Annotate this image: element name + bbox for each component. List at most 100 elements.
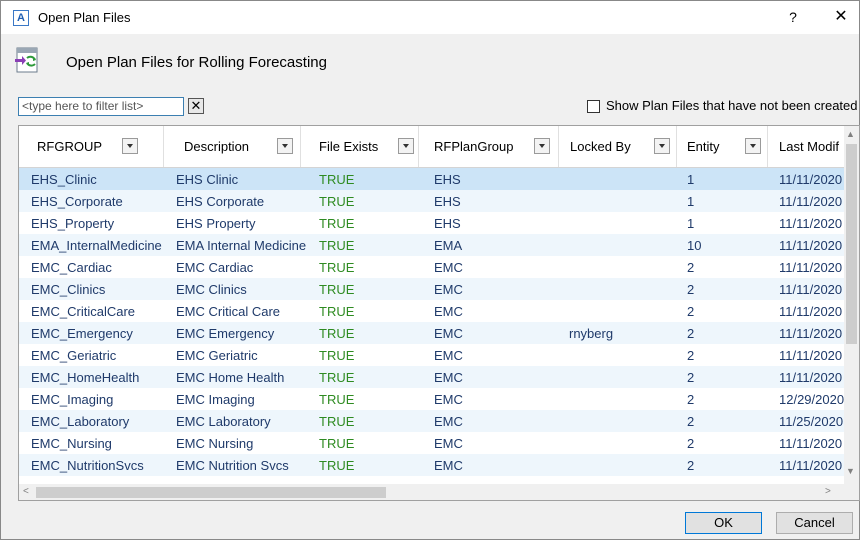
table-row[interactable]: EMC_Geriatric EMC Geriatric TRUE EMC 2 11/11/… xyxy=(19,344,844,366)
rfgroup-cell: EMC_HomeHealth xyxy=(31,370,140,385)
rfplangroup-cell: EMC xyxy=(434,282,463,297)
vertical-scroll-thumb[interactable] xyxy=(846,144,857,344)
table-row[interactable]: EMC_Laboratory EMC Laboratory TRUE EMC 2 11/2… xyxy=(19,410,844,432)
filter-dropdown-icon[interactable] xyxy=(277,138,293,154)
description-cell: EMA Internal Medicine xyxy=(176,238,307,253)
description-cell: EMC Imaging xyxy=(176,392,255,407)
entity-cell: 2 xyxy=(687,370,695,385)
table-row[interactable]: EMC_Emergency EMC Emergency TRUE EMC rnyberg… xyxy=(19,322,844,344)
column-header-rfplangroup[interactable]: RFPlanGroup xyxy=(419,126,559,167)
rfgroup-cell: EMA_InternalMedicine xyxy=(31,238,162,253)
scroll-down-icon[interactable]: ▼ xyxy=(846,466,855,476)
last-modified-cell: 11/11/2020 xyxy=(779,216,843,231)
table-row[interactable]: EMC_HomeHealth EMC Home Health TRUE EMC 2 11/… xyxy=(19,366,844,388)
rfgroup-cell: EHS_Clinic xyxy=(31,172,97,187)
entity-cell: 2 xyxy=(687,326,695,341)
file-exists-cell: TRUE xyxy=(319,436,355,451)
close-button[interactable]: ✕ xyxy=(829,5,853,29)
grid-header: RFGROUP Description File Exists RFPlanGr… xyxy=(19,126,844,168)
filter-dropdown-icon[interactable] xyxy=(534,138,550,154)
last-modified-cell: 11/11/2020 xyxy=(779,238,843,253)
scroll-left-icon[interactable]: < xyxy=(23,486,29,497)
rfplangroup-cell: EMA xyxy=(434,238,463,253)
rfgroup-cell: EMC_Emergency xyxy=(31,326,133,341)
entity-cell: 2 xyxy=(687,414,695,429)
entity-cell: 1 xyxy=(687,216,695,231)
file-exists-cell: TRUE xyxy=(319,172,355,187)
cancel-button[interactable]: Cancel xyxy=(776,512,853,534)
title-bar: A Open Plan Files ? ✕ xyxy=(1,1,859,34)
file-exists-cell: TRUE xyxy=(319,392,355,407)
file-exists-cell: TRUE xyxy=(319,348,355,363)
table-row[interactable]: EMC_CriticalCare EMC Critical Care TRUE EMC… xyxy=(19,300,844,322)
horizontal-scroll-thumb[interactable] xyxy=(36,487,386,498)
table-row[interactable]: EMC_NutritionSvcs EMC Nutrition Svcs TRUE E… xyxy=(19,454,844,476)
filter-dropdown-icon[interactable] xyxy=(745,138,761,154)
table-row[interactable]: EMC_Clinics EMC Clinics TRUE EMC 2 11/11/2020 xyxy=(19,278,844,300)
column-header-entity[interactable]: Entity xyxy=(677,126,768,167)
rfgroup-cell: EMC_Imaging xyxy=(31,392,114,407)
filter-dropdown-icon[interactable] xyxy=(654,138,670,154)
last-modified-cell: 11/11/2020 xyxy=(779,194,843,209)
entity-cell: 2 xyxy=(687,260,695,275)
table-row[interactable]: EMC_Imaging EMC Imaging TRUE EMC 2 12/29/2020 xyxy=(19,388,844,410)
rfgroup-cell: EMC_Laboratory xyxy=(31,414,130,429)
scroll-right-icon[interactable]: > xyxy=(825,486,831,497)
table-row[interactable]: EHS_Corporate EHS Corporate TRUE EHS 1 11/11/… xyxy=(19,190,844,212)
vertical-scrollbar[interactable]: ▲ ▼ xyxy=(844,126,859,484)
column-label: RFPlanGroup xyxy=(434,139,514,154)
rfplangroup-cell: EMC xyxy=(434,326,463,341)
table-row[interactable]: EHS_Clinic EHS Clinic TRUE EHS 1 11/11/2020 xyxy=(19,168,844,190)
file-exists-cell: TRUE xyxy=(319,216,355,231)
last-modified-cell: 12/29/2020 xyxy=(779,392,844,407)
plan-files-grid[interactable]: RFGROUP Description File Exists RFPlanGr… xyxy=(18,125,860,501)
last-modified-cell: 11/11/2020 xyxy=(779,282,843,297)
rfplangroup-cell: EMC xyxy=(434,348,463,363)
table-row[interactable]: EMC_Nursing EMC Nursing TRUE EMC 2 11/11/2020 xyxy=(19,432,844,454)
filter-dropdown-icon[interactable] xyxy=(122,138,138,154)
table-row[interactable]: EMC_Cardiac EMC Cardiac TRUE EMC 2 11/11/2020 xyxy=(19,256,844,278)
last-modified-cell: 11/11/2020 xyxy=(779,260,843,275)
last-modified-cell: 11/11/2020 xyxy=(779,172,843,187)
file-exists-cell: TRUE xyxy=(319,282,355,297)
horizontal-scrollbar[interactable]: < > xyxy=(19,484,844,500)
description-cell: EMC Cardiac xyxy=(176,260,254,275)
last-modified-cell: 11/11/2020 xyxy=(779,436,843,451)
column-label: Last Modif xyxy=(779,139,839,154)
column-header-last-modified[interactable]: Last Modif xyxy=(768,126,844,167)
filter-dropdown-icon[interactable] xyxy=(398,138,414,154)
show-uncreated-checkbox[interactable] xyxy=(587,100,600,113)
entity-cell: 2 xyxy=(687,348,695,363)
column-label: Locked By xyxy=(570,139,631,154)
table-row[interactable]: EHS_Property EHS Property TRUE EHS 1 11/11/20… xyxy=(19,212,844,234)
file-exists-cell: TRUE xyxy=(319,458,355,473)
scroll-up-icon[interactable]: ▲ xyxy=(846,129,855,139)
rfplangroup-cell: EMC xyxy=(434,304,463,319)
help-button[interactable]: ? xyxy=(781,5,805,29)
column-header-file-exists[interactable]: File Exists xyxy=(301,126,419,167)
file-exists-cell: TRUE xyxy=(319,260,355,275)
rfgroup-cell: EHS_Property xyxy=(31,216,115,231)
app-icon: A xyxy=(13,10,29,26)
description-cell: EMC Nursing xyxy=(176,436,254,451)
description-cell: EMC Critical Care xyxy=(176,304,281,319)
ok-button[interactable]: OK xyxy=(685,512,762,534)
entity-cell: 2 xyxy=(687,282,695,297)
column-header-description[interactable]: Description xyxy=(164,126,301,167)
rfplangroup-cell: EHS xyxy=(434,194,461,209)
rfplangroup-cell: EMC xyxy=(434,370,463,385)
clear-filter-button[interactable]: ✕ xyxy=(188,98,204,114)
description-cell: EMC Emergency xyxy=(176,326,275,341)
window-title: Open Plan Files xyxy=(38,10,131,25)
file-exists-cell: TRUE xyxy=(319,414,355,429)
description-cell: EMC Laboratory xyxy=(176,414,271,429)
table-row[interactable]: EMA_InternalMedicine EMA Internal Medicin… xyxy=(19,234,844,256)
column-header-rfgroup[interactable]: RFGROUP xyxy=(19,126,164,167)
rfgroup-cell: EMC_Nursing xyxy=(31,436,112,451)
filter-input[interactable]: <type here to filter list> xyxy=(18,97,184,116)
column-header-locked-by[interactable]: Locked By xyxy=(559,126,677,167)
rfgroup-cell: EMC_Cardiac xyxy=(31,260,112,275)
show-uncreated-label[interactable]: Show Plan Files that have not been creat… xyxy=(606,98,858,113)
description-cell: EMC Clinics xyxy=(176,282,247,297)
rfplangroup-cell: EMC xyxy=(434,458,463,473)
